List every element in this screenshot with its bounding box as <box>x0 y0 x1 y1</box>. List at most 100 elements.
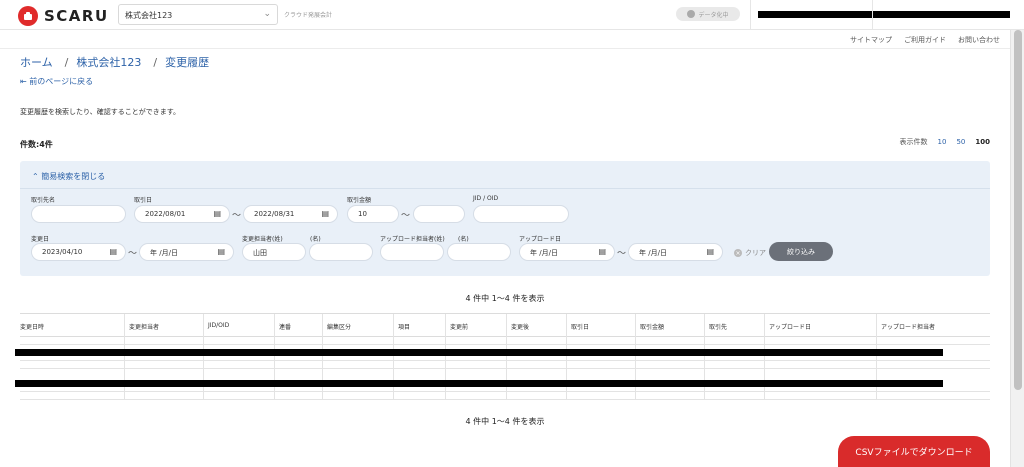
change-date-to-input[interactable]: 年 /月/日 ▤ <box>139 243 234 261</box>
per-page-option-50[interactable]: 50 <box>956 138 965 146</box>
amount-label: 取引金額 <box>347 197 372 204</box>
col-trade-date[interactable]: 取引日 <box>571 322 589 331</box>
csv-download-button[interactable]: CSVファイルでダウンロード <box>838 436 990 467</box>
search-panel-toggle[interactable]: ⌃ 簡易検索を閉じる <box>32 171 105 182</box>
col-upload-date[interactable]: アップロード日 <box>769 322 811 331</box>
sitemap-link[interactable]: サイトマップ <box>850 35 892 45</box>
range-tilde: 〜 <box>128 249 138 259</box>
row-divider <box>20 368 990 369</box>
col-uploader[interactable]: アップロード担当者 <box>881 322 935 331</box>
logo-text: SCARU <box>44 7 109 25</box>
trade-date-to-value: 2022/08/31 <box>254 210 295 218</box>
upload-date-label: アップロード日 <box>519 236 562 243</box>
breadcrumb-company[interactable]: 株式会社123 <box>76 56 141 69</box>
breadcrumb-home[interactable]: ホーム <box>20 56 53 69</box>
amount-to-input[interactable] <box>413 205 465 223</box>
table-header: 変更日時 変更担当者 JID/OID 連番 編集区分 項目 変更前 変更後 取引… <box>20 313 990 337</box>
row-divider <box>20 391 990 392</box>
header-divider <box>750 0 751 30</box>
header-divider <box>872 0 873 30</box>
changer-last-label: 変更担当者(姓) <box>242 236 283 243</box>
calendar-icon: ▤ <box>213 209 221 218</box>
trade-date-to-input[interactable]: 2022/08/31 ▤ <box>243 205 338 223</box>
user-info-redacted <box>758 11 1010 18</box>
scrollbar[interactable] <box>1010 30 1024 467</box>
clear-icon: × <box>734 249 742 257</box>
range-tilde: 〜 <box>617 249 627 259</box>
logo[interactable]: SCARU <box>18 6 109 26</box>
change-date-to-value: 年 /月/日 <box>150 249 178 257</box>
jid-oid-input[interactable] <box>473 205 569 223</box>
result-info-bottom: 4 件中 1〜4 件を表示 <box>465 417 545 426</box>
result-info-top: 4 件中 1〜4 件を表示 <box>465 294 545 303</box>
changer-last-input[interactable]: 山田 <box>242 243 306 261</box>
breadcrumb-current: 変更履歴 <box>165 56 210 69</box>
calendar-icon: ▤ <box>598 247 606 256</box>
scrollbar-thumb[interactable] <box>1014 30 1022 390</box>
col-amount[interactable]: 取引金額 <box>640 322 664 331</box>
amount-from-input[interactable]: 10 <box>347 205 399 223</box>
result-count: 件数:4件 <box>20 140 53 149</box>
col-item[interactable]: 項目 <box>398 322 410 331</box>
col-after[interactable]: 変更後 <box>511 322 529 331</box>
company-select[interactable]: 株式会社123 ⌄ <box>118 4 278 25</box>
change-date-from-value: 2023/04/10 <box>42 248 83 256</box>
upload-date-to-input[interactable]: 年 /月/日 ▤ <box>628 243 723 261</box>
breadcrumb-separator: / <box>64 56 69 69</box>
changer-first-input[interactable] <box>309 243 373 261</box>
col-seq[interactable]: 連番 <box>279 322 291 331</box>
partner-input[interactable] <box>31 205 126 223</box>
logo-mark-icon <box>18 6 38 26</box>
chevron-down-icon: ⌄ <box>263 9 271 19</box>
per-page-option-10[interactable]: 10 <box>938 138 947 146</box>
clear-button[interactable]: × クリア <box>734 248 766 258</box>
calendar-icon: ▤ <box>706 247 714 256</box>
breadcrumb-separator: / <box>153 56 158 69</box>
service-subtitle: クラウド発展会計 <box>284 12 333 19</box>
col-partner[interactable]: 取引先 <box>709 322 727 331</box>
range-tilde: 〜 <box>232 211 242 221</box>
back-link[interactable]: ⇤ 前のページに戻る <box>20 76 93 87</box>
search-panel-toggle-label: 簡易検索を閉じる <box>41 172 106 181</box>
data-status-label: データ化中 <box>698 11 729 19</box>
clear-label: クリア <box>745 249 766 257</box>
trade-date-label: 取引日 <box>134 197 153 204</box>
per-page-option-100[interactable]: 100 <box>975 138 990 146</box>
panel-divider <box>20 188 990 189</box>
upload-date-to-value: 年 /月/日 <box>639 249 667 257</box>
upload-date-from-input[interactable]: 年 /月/日 ▤ <box>519 243 615 261</box>
table-row-redacted <box>15 380 943 387</box>
subheader-divider <box>0 48 1010 49</box>
chevron-up-icon: ⌃ <box>32 172 42 181</box>
upload-date-from-value: 年 /月/日 <box>530 249 558 257</box>
row-divider <box>20 399 990 400</box>
col-changer[interactable]: 変更担当者 <box>129 322 159 331</box>
utility-links: サイトマップ ご利用ガイド お問い合わせ <box>850 35 1000 45</box>
calendar-icon: ▤ <box>217 247 225 256</box>
guide-link[interactable]: ご利用ガイド <box>904 35 946 45</box>
row-divider <box>20 344 990 345</box>
back-link-label: 前のページに戻る <box>29 77 94 86</box>
col-before[interactable]: 変更前 <box>450 322 468 331</box>
change-date-from-input[interactable]: 2023/04/10 ▤ <box>31 243 126 261</box>
filter-button[interactable]: 絞り込み <box>769 242 833 261</box>
per-page-selector: 表示件数 10 50 100 <box>900 137 990 147</box>
page-description: 変更履歴を検索したり、確認することができます。 <box>20 108 181 116</box>
range-tilde: 〜 <box>401 211 411 221</box>
uploader-last-input[interactable] <box>380 243 444 261</box>
status-dot-icon <box>687 10 696 18</box>
data-status-pill[interactable]: データ化中 <box>676 7 740 21</box>
col-edit-type[interactable]: 編集区分 <box>327 322 351 331</box>
trade-date-from-input[interactable]: 2022/08/01 ▤ <box>134 205 230 223</box>
back-arrow-icon: ⇤ <box>20 77 30 86</box>
col-changed-at[interactable]: 変更日時 <box>20 322 44 331</box>
row-divider <box>20 360 990 361</box>
contact-link[interactable]: お問い合わせ <box>958 35 1000 45</box>
search-panel: ⌃ 簡易検索を閉じる 取引先名 取引日 2022/08/01 ▤ 〜 2022/… <box>20 161 990 276</box>
uploader-first-label: (名) <box>458 236 469 243</box>
calendar-icon: ▤ <box>109 247 117 256</box>
uploader-first-input[interactable] <box>447 243 511 261</box>
jid-oid-label: JID / OID <box>473 195 499 202</box>
col-jid-oid[interactable]: JID/OID <box>208 322 229 329</box>
calendar-icon: ▤ <box>321 209 329 218</box>
